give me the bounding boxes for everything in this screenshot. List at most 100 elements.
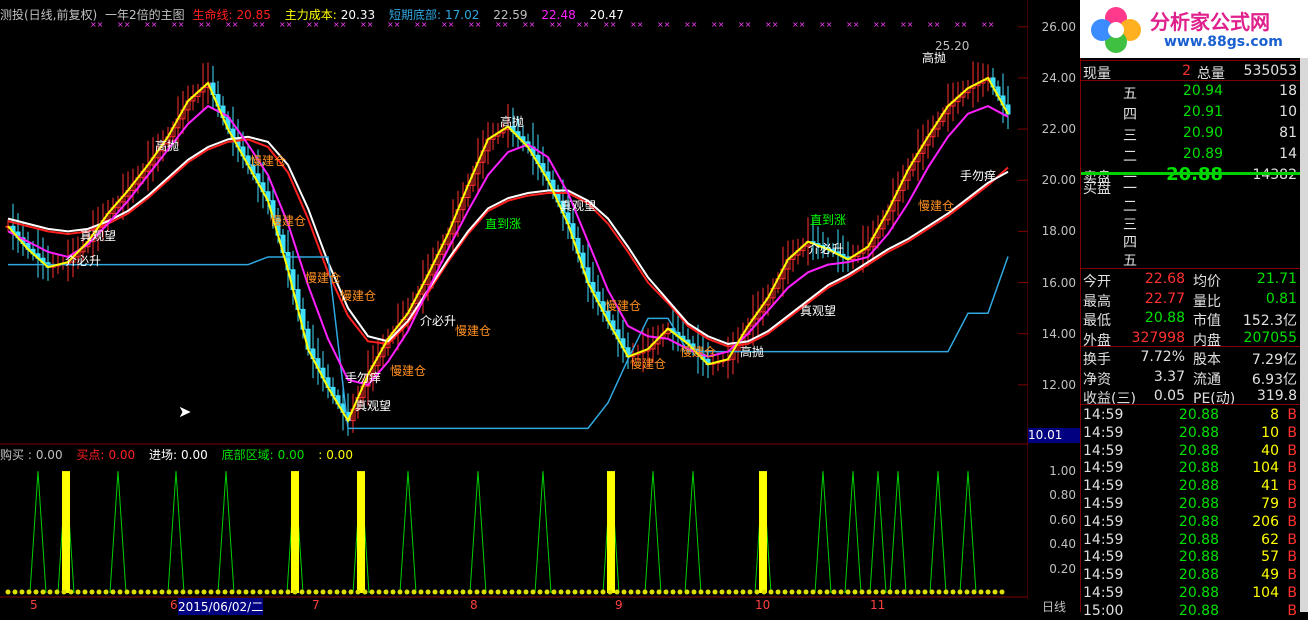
tick-volume: 49 [1261, 567, 1279, 584]
stat-label: 最低 [1083, 313, 1111, 329]
ask-row: 二 20.89 14 [1081, 145, 1301, 165]
stat-value: 0.05 [1153, 388, 1185, 404]
chart-annotation: 慢建仓 [605, 299, 641, 313]
baseline-dot [201, 589, 207, 595]
tick-time: 14:59 [1083, 424, 1124, 441]
baseline-dot [712, 589, 718, 595]
ask-row: 四 20.91 10 [1081, 103, 1301, 123]
chart-annotation: 慢建仓 [340, 289, 376, 303]
tick-price: 20.88 [1178, 567, 1219, 584]
ask-price: 20.94 [1182, 83, 1223, 99]
baseline-dot [292, 589, 298, 595]
baseline-dot [922, 589, 928, 595]
tick-row: 14:59 20.88 8 B [1081, 406, 1301, 424]
baseline-dot [187, 589, 193, 595]
baseline-dot [838, 589, 844, 595]
baseline-dot [397, 589, 403, 595]
panel-separator [1081, 346, 1301, 347]
baseline-dot [810, 589, 816, 595]
legend-entry-label: 进场: [149, 448, 178, 462]
tick-time: 14:59 [1083, 496, 1124, 512]
baseline-dot [747, 589, 753, 595]
chart-annotation: 慢建仓 [390, 364, 426, 378]
tick-row: 14:59 20.88 206 B [1081, 513, 1301, 531]
price-axis-label: 22.00 [1041, 122, 1076, 137]
tick-volume: 57 [1261, 549, 1279, 566]
period-label[interactable]: 日线 [1030, 598, 1078, 614]
price-axis-label: 12.00 [1041, 377, 1076, 392]
tick-volume: 104 [1252, 585, 1279, 601]
baseline-dot [12, 589, 18, 595]
baseline-dot [362, 589, 368, 595]
baseline-dot [698, 589, 704, 595]
chart-annotation: 慢建仓 [305, 271, 341, 285]
stat-row: 最低 20.88 市值 152.3亿 [1081, 309, 1301, 329]
stat-row: 换手 7.72% 股本 7.29亿 [1081, 348, 1301, 368]
baseline-dot [40, 589, 46, 595]
baseline-dot [460, 589, 466, 595]
baseline-dot [551, 589, 557, 595]
baseline-dot [271, 589, 277, 595]
baseline-dot [824, 589, 830, 595]
chart-annotation: 介必升 [420, 314, 456, 328]
tick-time: 14:59 [1083, 407, 1124, 423]
stat-value-2: 21.71 [1256, 271, 1297, 287]
baseline-dot [915, 589, 921, 595]
chart-annotation: 直到涨 [810, 212, 846, 227]
tick-side: B [1287, 424, 1297, 441]
baseline-dot [243, 589, 249, 595]
tick-row: 14:59 20.88 57 B [1081, 548, 1301, 566]
baseline-dot [992, 589, 998, 595]
tick-price: 20.88 [1178, 442, 1219, 459]
top-signal-mark-icon: ×× [900, 20, 913, 29]
tick-row: 15:00 20.88 B [1081, 602, 1301, 620]
tick-volume: 104 [1252, 460, 1279, 477]
top-signal-mark-icon: ×× [954, 20, 967, 29]
baseline-dot [278, 589, 284, 595]
tick-side: B [1287, 567, 1297, 584]
baseline-dot [677, 589, 683, 595]
baseline-dot [264, 589, 270, 595]
baseline-dot [943, 589, 949, 595]
baseline-dot [523, 589, 529, 595]
baseline-dot [145, 589, 151, 595]
baseline-dot [481, 589, 487, 595]
top-signal-mark-icon: ×× [630, 20, 643, 29]
chart-annotation: 手勿痒 [345, 370, 381, 385]
baseline-dot [565, 589, 571, 595]
tick-price: 20.88 [1178, 531, 1219, 548]
stat-label-2: 股本 [1193, 352, 1221, 368]
baseline-dot [348, 589, 354, 595]
stat-label: 今开 [1083, 274, 1111, 290]
ask-bid-divider [1081, 172, 1301, 175]
baseline-dot [404, 589, 410, 595]
baseline-dot [229, 589, 235, 595]
baseline-dot [355, 589, 361, 595]
baseline-dot [509, 589, 515, 595]
baseline-dot [502, 589, 508, 595]
tick-side: B [1287, 442, 1297, 459]
scrollbar[interactable] [1300, 58, 1308, 612]
baseline-dot [131, 589, 137, 595]
baseline-dot [957, 589, 963, 595]
legend-buy-label: 购买 : [0, 448, 32, 462]
sub-indicator-chart[interactable]: 购买 :0.00 买点: 0.00 进场: 0.00 底部区域: 0.00 :0.00 [0, 445, 1029, 598]
tick-row: 14:59 20.88 40 B [1081, 442, 1301, 460]
sub-axis-label: 0.20 [1049, 561, 1076, 576]
tick-side: B [1287, 602, 1297, 619]
legend-last-value: 0.00 [326, 448, 353, 462]
date-axis-label: 6 [170, 598, 178, 612]
baseline-dot [117, 589, 123, 595]
baseline-dot [285, 589, 291, 595]
tick-time: 14:59 [1083, 585, 1124, 601]
baseline-dot [306, 589, 312, 595]
tick-price: 20.88 [1178, 496, 1219, 512]
yellow-signal-bar [62, 471, 70, 593]
ask-volume: 10 [1279, 104, 1297, 120]
bid-level-label: 五 [1123, 253, 1137, 269]
baseline-dot [572, 589, 578, 595]
main-kline-chart[interactable]: 高抛 真观望 介必升 慢建仓 慢建仓 慢建仓 慢建仓 手勿痒 真观望 介必升 慢建仓 直到涨 高抛 慢建仓… [0, 0, 1029, 445]
baseline-dot [936, 589, 942, 595]
chart-annotation: 真观望 [800, 304, 836, 318]
legend-life-line-label: 生命线: [192, 8, 233, 22]
